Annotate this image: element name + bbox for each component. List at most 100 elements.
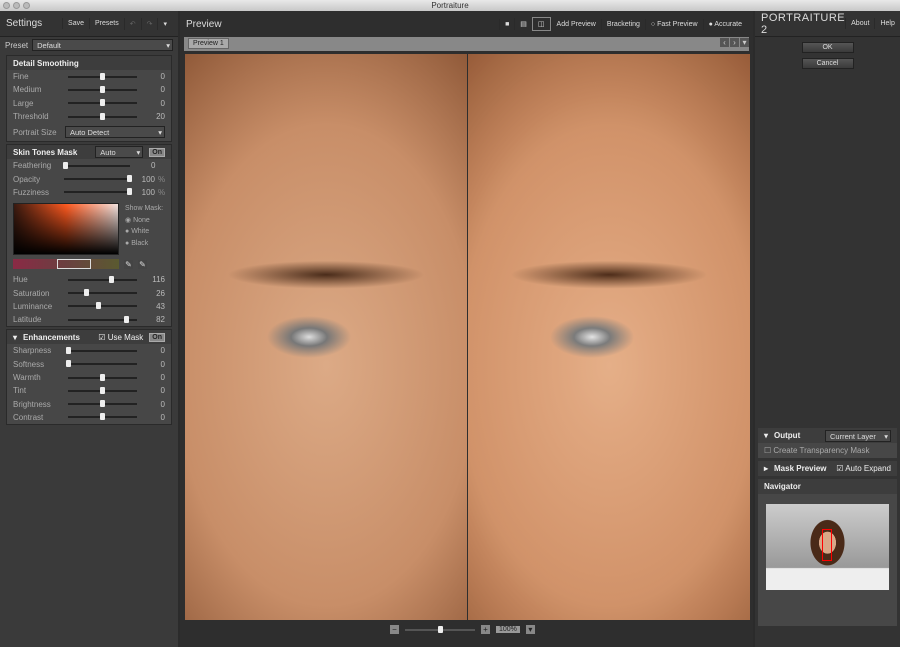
transparency-checkbox[interactable]: ☐ Create Transparency Mask (758, 443, 897, 458)
slider-track[interactable] (64, 175, 133, 183)
slider-handle[interactable] (83, 289, 89, 297)
slider-track[interactable] (67, 315, 138, 323)
slider-track[interactable] (67, 400, 138, 408)
mask-preview-expand-icon[interactable]: ▸ (764, 464, 768, 473)
slider-handle[interactable] (65, 360, 71, 368)
slider-track[interactable] (67, 72, 138, 80)
slider-handle[interactable] (100, 373, 106, 381)
auto-expand-checkbox[interactable]: ☑ Auto Expand (836, 464, 891, 473)
original-preview-image[interactable] (185, 54, 467, 620)
slider-handle[interactable] (100, 112, 106, 120)
redo-icon[interactable]: ↷ (140, 17, 158, 30)
color-picker[interactable] (13, 203, 119, 256)
slider-track[interactable] (67, 112, 138, 120)
fast-preview-radio[interactable]: ○ Fast Preview (644, 18, 703, 30)
ok-button[interactable]: OK (801, 42, 854, 53)
collapse-icon[interactable]: ▾ (13, 333, 17, 342)
slider-handle[interactable] (62, 161, 68, 169)
menu-chevron-icon[interactable]: ▾ (157, 17, 172, 30)
slider-value[interactable]: 0 (137, 346, 165, 355)
slider-track[interactable] (67, 85, 138, 93)
prev-tab-icon[interactable]: ‹ (720, 38, 729, 47)
slider-handle[interactable] (100, 413, 106, 421)
tab-menu-icon[interactable]: ▾ (740, 38, 749, 47)
slider-track[interactable] (62, 161, 130, 169)
navigator-thumbnail[interactable] (766, 504, 889, 590)
slider-value[interactable]: 0 (137, 85, 165, 94)
enh-on-toggle[interactable]: On (149, 332, 165, 342)
slider-value[interactable]: 82 (137, 315, 165, 324)
slider-handle[interactable] (108, 275, 114, 283)
zoom-button[interactable] (23, 2, 30, 9)
slider-value[interactable]: 0 (137, 386, 165, 395)
accurate-radio[interactable]: ● Accurate (702, 18, 747, 30)
bracketing-button[interactable]: Bracketing (600, 18, 645, 30)
slider-handle[interactable] (127, 175, 133, 183)
slider-value[interactable]: 26 (137, 289, 165, 298)
skin-mode-select[interactable]: Auto (95, 146, 144, 159)
eyedropper-plus-icon[interactable]: ✎ (138, 259, 147, 269)
zoom-out-button[interactable]: − (390, 625, 399, 634)
save-button[interactable]: Save (62, 18, 89, 29)
split-vertical-icon[interactable]: ◫ (531, 17, 551, 31)
help-button[interactable]: Help (874, 18, 899, 29)
minimize-button[interactable] (13, 2, 20, 9)
slider-handle[interactable] (65, 346, 71, 354)
zoom-slider[interactable] (438, 625, 443, 633)
slider-value[interactable]: 0 (137, 99, 165, 108)
slider-handle[interactable] (127, 188, 133, 196)
slider-value[interactable]: 116 (137, 275, 165, 284)
slider-value[interactable]: 100 (129, 188, 155, 197)
window-controls[interactable] (3, 2, 30, 9)
close-button[interactable] (3, 2, 10, 9)
slider-track[interactable] (67, 386, 138, 394)
slider-track[interactable] (65, 360, 138, 368)
slider-track[interactable] (67, 302, 138, 310)
skin-on-toggle[interactable]: On (149, 147, 165, 157)
navigator-viewport[interactable] (822, 529, 832, 561)
eyedropper-icon[interactable]: ✎ (124, 259, 133, 269)
single-view-icon[interactable]: ■ (499, 18, 514, 30)
use-mask-checkbox[interactable]: ☑ Use Mask (98, 333, 143, 342)
slider-track[interactable] (64, 188, 133, 196)
tab-preview-1[interactable]: Preview 1 (188, 38, 229, 49)
undo-icon[interactable]: ↶ (123, 17, 141, 30)
slider-handle[interactable] (100, 386, 106, 394)
slider-track[interactable] (67, 99, 138, 107)
slider-value[interactable]: 0 (137, 400, 165, 409)
slider-handle[interactable] (100, 400, 106, 408)
add-preview-button[interactable]: Add Preview (550, 18, 601, 30)
split-horizontal-icon[interactable]: ▤ (514, 18, 532, 30)
output-collapse-icon[interactable]: ▾ (764, 431, 768, 440)
retouched-preview-image[interactable] (468, 54, 750, 620)
slider-handle[interactable] (124, 315, 130, 323)
slider-value[interactable]: 0 (137, 413, 165, 422)
cancel-button[interactable]: Cancel (801, 58, 854, 69)
portrait-size-select[interactable]: Auto Detect (65, 126, 165, 139)
slider-value[interactable]: 0 (137, 72, 165, 81)
slider-track[interactable] (67, 413, 138, 421)
zoom-menu-icon[interactable]: ▾ (525, 625, 535, 634)
slider-track[interactable] (67, 289, 138, 297)
slider-track[interactable] (67, 373, 138, 381)
mask-radio-white[interactable]: ● White (125, 226, 163, 238)
slider-value[interactable]: 43 (137, 302, 165, 311)
about-button[interactable]: About (845, 18, 874, 29)
zoom-level[interactable]: 100% (496, 626, 520, 633)
slider-handle[interactable] (100, 99, 106, 107)
next-tab-icon[interactable]: › (730, 38, 739, 47)
presets-button[interactable]: Presets (89, 18, 124, 29)
hue-range-bar[interactable] (13, 259, 119, 270)
preset-select[interactable]: Default (32, 39, 173, 51)
slider-handle[interactable] (96, 302, 102, 310)
slider-track[interactable] (65, 346, 138, 354)
zoom-in-button[interactable]: + (481, 625, 490, 634)
slider-value[interactable]: 100 (129, 175, 155, 184)
slider-value[interactable]: 0 (137, 373, 165, 382)
mask-radio-none[interactable]: ◉ None (125, 215, 163, 227)
slider-value[interactable]: 0 (130, 161, 155, 170)
slider-track[interactable] (67, 275, 138, 283)
output-select[interactable]: Current Layer (825, 429, 891, 442)
slider-handle[interactable] (100, 72, 106, 80)
slider-handle[interactable] (100, 85, 106, 93)
